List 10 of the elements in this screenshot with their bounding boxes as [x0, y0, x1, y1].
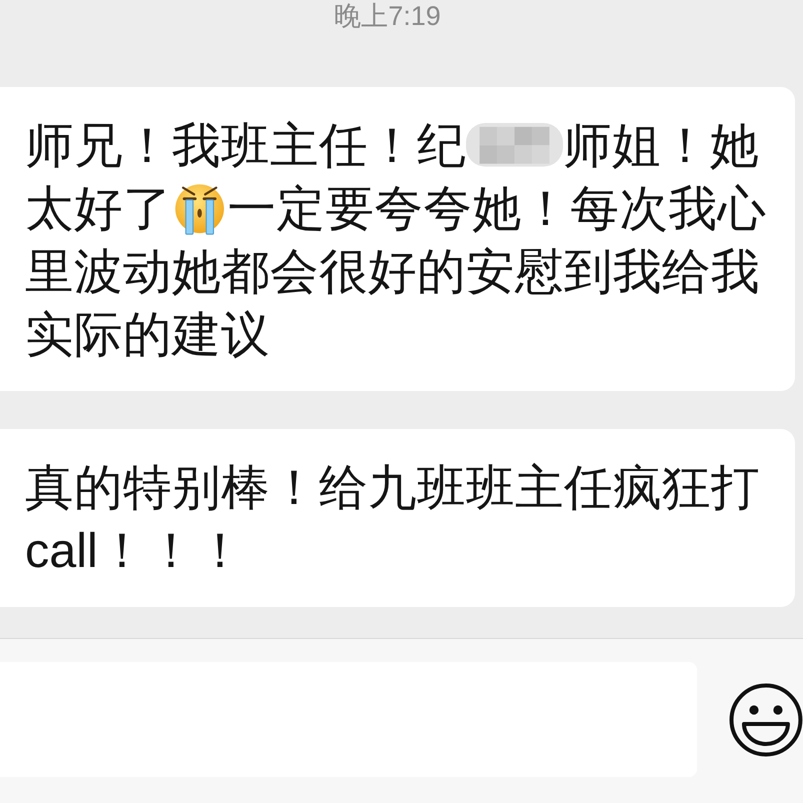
message-text: call！！！	[25, 524, 245, 578]
message-text: 师兄！我班主任！纪	[25, 119, 466, 173]
message-text: 师姐！她	[563, 119, 759, 173]
message-text: 真的特别棒！给九班班主任疯狂打	[25, 461, 760, 515]
smiley-face-icon[interactable]	[729, 683, 803, 757]
message-text: 一定要夸夸她！每次我心	[227, 182, 766, 236]
message-text: 实际的建议	[25, 308, 270, 362]
timestamp: 晚上7:19	[334, 1, 441, 31]
message-text: 太好了	[25, 182, 172, 236]
message-text: 里波动她都会很好的安慰到我给我	[25, 245, 760, 299]
